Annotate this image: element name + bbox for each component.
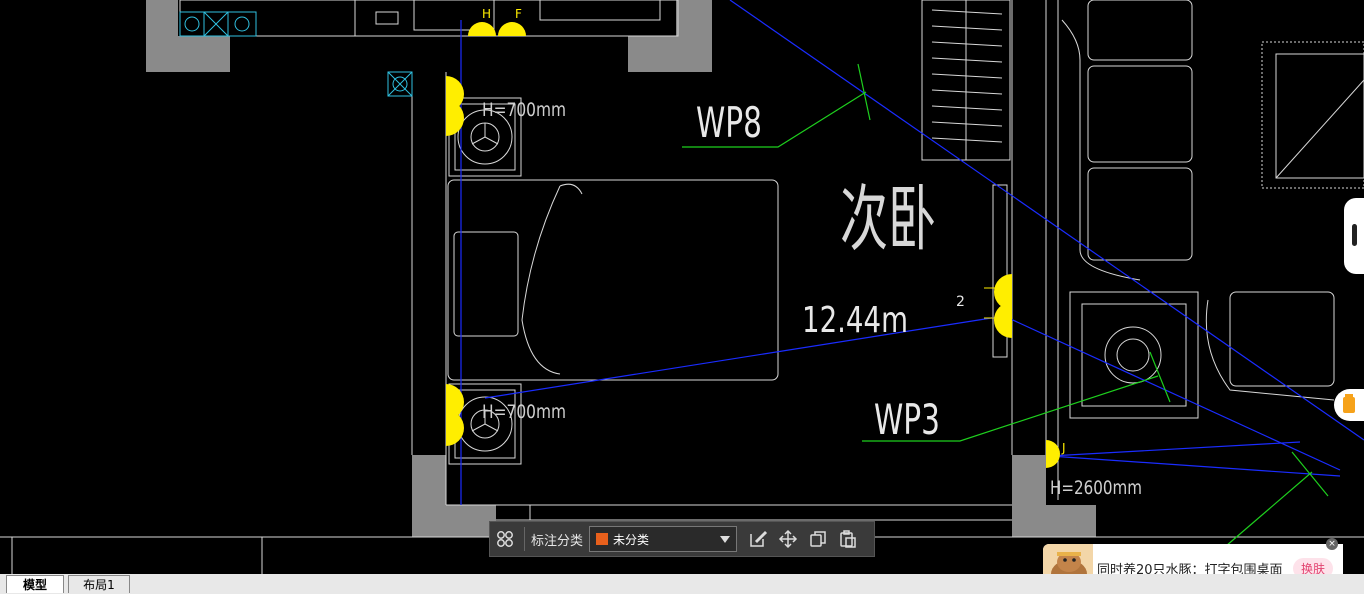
chevron-down-icon — [720, 536, 731, 543]
move-icon — [778, 529, 798, 549]
tab-layout1[interactable]: 布局1 — [68, 575, 130, 593]
tag-j: J — [1061, 441, 1066, 455]
category-selected-value: 未分类 — [613, 532, 650, 547]
height-label-right: H=2600mm — [1050, 477, 1142, 499]
copy-button[interactable] — [803, 524, 833, 554]
move-button[interactable] — [773, 524, 803, 554]
grid-button[interactable] — [490, 524, 520, 554]
cad-drawing-canvas[interactable]: WP8 WP3 次卧 12.44m H=700mm H=700mm H=2600… — [0, 0, 1364, 594]
copy-icon — [810, 531, 826, 547]
annotation-toolbar: 标注分类 未分类 — [489, 521, 875, 557]
area-label: 12.44m — [802, 300, 908, 341]
layout-tabs: 模型 布局1 — [0, 574, 1364, 594]
paste-icon — [840, 530, 856, 548]
tab-model[interactable]: 模型 — [6, 575, 64, 593]
category-color-swatch — [596, 533, 609, 545]
wall-left-bottom — [412, 455, 446, 537]
edit-button[interactable] — [743, 524, 773, 554]
paste-button[interactable] — [833, 524, 863, 554]
category-label: 标注分类 — [531, 533, 584, 549]
room-label: 次卧 — [840, 177, 936, 261]
height-label-bottom: H=700mm — [482, 401, 566, 423]
wp8-label: WP8 — [696, 98, 762, 147]
edit-icon — [750, 530, 768, 547]
category-select[interactable]: 未分类 — [589, 526, 738, 552]
bed — [447, 179, 779, 381]
floating-tool-button[interactable] — [1334, 389, 1364, 421]
sofa-set — [1061, 0, 1364, 419]
close-icon[interactable]: × — [1326, 538, 1338, 550]
tag-f: F — [515, 7, 522, 21]
tag-2: 2 — [956, 294, 965, 310]
wall-right-bottom — [1012, 455, 1046, 537]
wardrobe — [921, 0, 1011, 161]
side-panel-handle[interactable] — [1344, 198, 1364, 274]
jar-icon — [1343, 394, 1355, 413]
tag-h: H — [482, 7, 491, 21]
wp3-label: WP3 — [874, 395, 940, 444]
grid-icon — [497, 531, 513, 547]
height-label-top: H=700mm — [482, 99, 566, 121]
